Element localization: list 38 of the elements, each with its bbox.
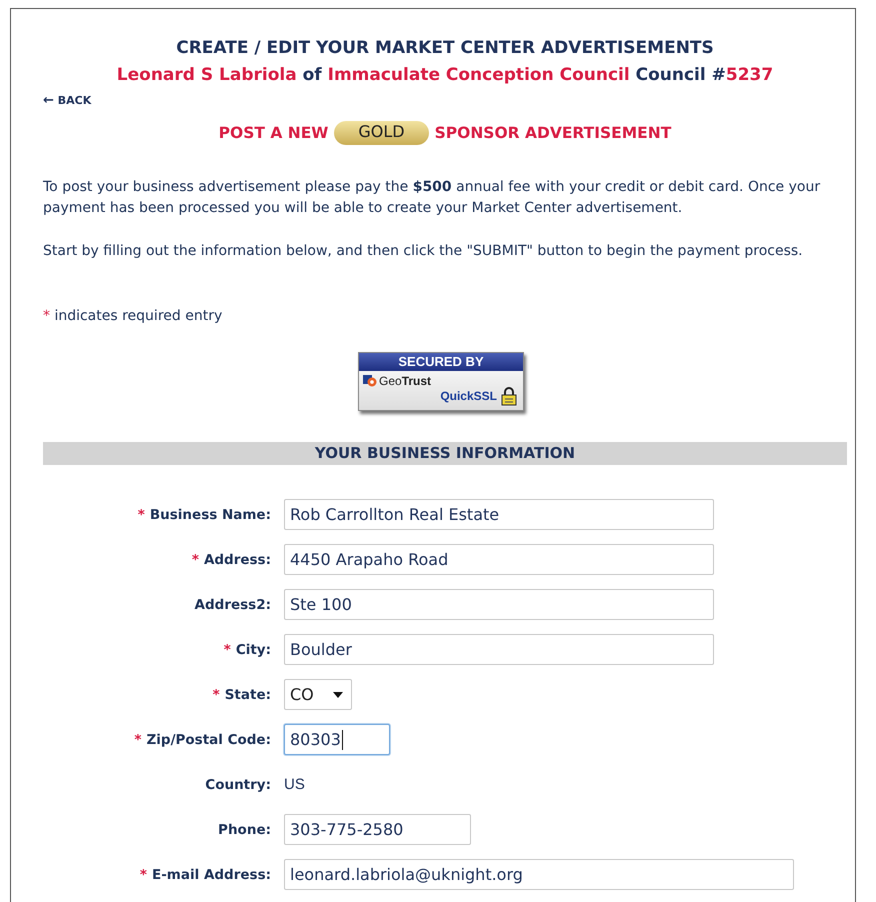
security-seal[interactable]: SECURED BY GeoTrust QuickSSL [358, 352, 524, 411]
field-label: Address: [204, 552, 271, 568]
required-icon: * [224, 642, 231, 658]
instruction-paragraph: To post your business advertisement please pay the $500 annual fee with your credit or debit card. Once your payment has been processed you will be able to create your Market Center advertisement. [43, 178, 822, 218]
dropdown-icon [333, 692, 343, 698]
input-field[interactable]: 80303 [284, 724, 390, 755]
field-label: Country: [205, 776, 271, 792]
post-heading: POST A NEW [218, 124, 328, 142]
input-field[interactable]: leonard.labriola@uknight.org [284, 859, 794, 890]
required-icon: * [212, 686, 220, 702]
post-heading: SPONSOR ADVERTISEMENT [434, 124, 672, 142]
field-label: Business Name: [150, 506, 271, 522]
field-label: City: [236, 642, 271, 658]
instruction-paragraph: Start by filling out the information below, and then click the "SUBMIT" button to begin the payment process. [43, 242, 804, 261]
logo-icon [363, 375, 377, 387]
field-label: Zip/Postal Code: [146, 732, 271, 748]
required-note: * indicates required entry [43, 307, 224, 326]
input-field[interactable]: Boulder [284, 634, 714, 665]
required-icon: * [134, 732, 142, 748]
required-icon: * [138, 506, 145, 522]
page-title: CREATE / EDIT YOUR MARKET CENTER ADVERTISEMENTS [175, 37, 715, 59]
field-value: US [284, 776, 305, 793]
padlock-icon [501, 386, 517, 406]
input-field[interactable]: 4450 Arapaho Road [284, 544, 714, 575]
input-field[interactable]: 303-775-2580 [284, 814, 471, 845]
required-icon: * [192, 552, 199, 568]
field-label: E-mail Address: [152, 866, 271, 882]
field-label: Address2: [194, 596, 271, 612]
field-label: Phone: [218, 822, 271, 838]
required-icon: * [140, 866, 147, 882]
state-dropdown[interactable]: CO [284, 679, 352, 710]
input-field[interactable]: Ste 100 [284, 589, 714, 620]
back-link[interactable]: ← BACK [43, 94, 92, 107]
level-badge: GOLD [334, 121, 429, 145]
council-subtitle: Leonard S Labriola of Immaculate Conception Council Council #5237 [116, 64, 774, 86]
field-label: State: [224, 686, 271, 702]
section-header: YOUR BUSINESS INFORMATION [43, 442, 847, 465]
input-field[interactable]: Rob Carrollton Real Estate [284, 499, 714, 530]
